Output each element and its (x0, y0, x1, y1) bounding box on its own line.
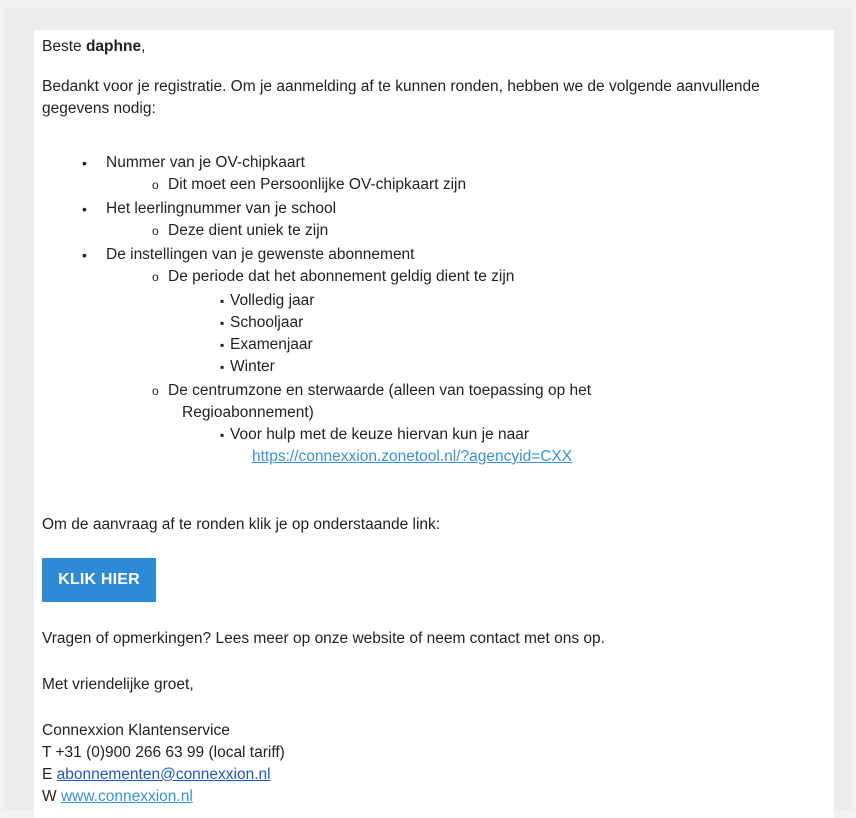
period-option: Examenjaar (220, 334, 313, 356)
klik-hier-button[interactable]: KLIK HIER (42, 558, 156, 602)
closing-regards: Met vriendelijke groet, (42, 676, 194, 693)
recipient-name: daphne (85, 38, 142, 55)
signature-company: Connexxion Klantenservice (42, 722, 230, 739)
requirement-item: Nummer van je OV-chipkaart (82, 152, 305, 174)
greeting-prefix: Beste (42, 38, 82, 55)
requirement-item: De instellingen van je gewenste abonneme… (82, 244, 414, 266)
finish-instruction: Om de aanvraag af te ronden klik je op o… (42, 516, 441, 533)
greeting-suffix: , (141, 38, 146, 55)
intro-text: Bedankt voor je registratie. Om je aanme… (42, 78, 760, 117)
requirement-item: Het leerlingnummer van je school (82, 198, 336, 220)
requirement-subitem: Deze dient uniek te zijn (152, 220, 328, 242)
requirement-subitem: De periode dat het abonnement geldig die… (152, 266, 514, 288)
web-prefix: W (42, 788, 57, 805)
help-text: Voor hulp met de keuze hiervan kun je na… (220, 424, 529, 446)
signature-email-line: E abonnementen@connexxion.nl (42, 764, 285, 786)
questions-text: Vragen of opmerkingen? Lees meer op onze… (42, 630, 605, 647)
requirement-subitem-continued: Regioabonnement) (182, 404, 314, 421)
period-option: Winter (220, 356, 275, 378)
email-link[interactable]: abonnementen@connexxion.nl (57, 766, 271, 783)
email-prefix: E (42, 766, 53, 783)
period-option: Volledig jaar (220, 290, 315, 312)
signature-block: Connexxion Klantenservice T +31 (0)900 2… (42, 720, 285, 808)
email-body: Beste daphne, Bedankt voor je registrati… (34, 30, 834, 818)
signature-phone: T +31 (0)900 266 63 99 (local tariff) (42, 744, 285, 761)
greeting: Beste daphne, (42, 36, 145, 58)
signature-web-line: W www.connexxion.nl (42, 786, 285, 808)
website-link[interactable]: www.connexxion.nl (61, 788, 193, 805)
period-option: Schooljaar (220, 312, 303, 334)
requirement-subitem: De centrumzone en sterwaarde (alleen van… (152, 380, 591, 402)
zonetool-link[interactable]: https://connexxion.zonetool.nl/?agencyid… (252, 446, 572, 468)
requirement-subitem: Dit moet een Persoonlijke OV-chipkaart z… (152, 174, 466, 196)
email-frame: Beste daphne, Bedankt voor je registrati… (4, 8, 852, 818)
